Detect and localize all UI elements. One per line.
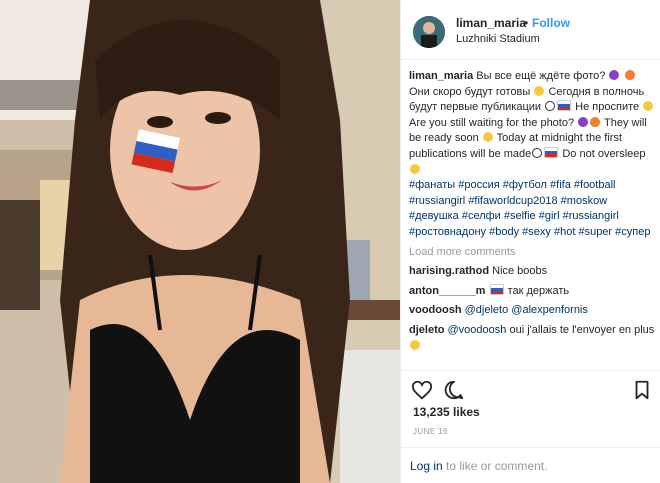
hashtag-link[interactable]: #selfie	[504, 210, 536, 222]
russia-flag-emoji-icon	[544, 146, 559, 158]
hashtag-link[interactable]: #hot	[554, 226, 575, 238]
hashtag-link[interactable]: #футбол	[503, 179, 547, 191]
list-item: anton______m так держать	[409, 283, 655, 300]
load-more-comments-button[interactable]: Load more comments	[409, 245, 655, 261]
post-photo	[0, 0, 400, 483]
caption-text: Они скоро будут готовы	[409, 85, 531, 98]
hashtag-link[interactable]: #девушка	[409, 210, 459, 222]
smile-emoji-icon	[482, 132, 493, 143]
hashtags: #фанаты #россия #футбол #fifa #football …	[409, 178, 655, 240]
comment-username[interactable]: anton______m	[409, 285, 485, 297]
hashtag-link[interactable]: #russiangirl	[563, 210, 619, 222]
comment-username[interactable]: voodoosh	[409, 304, 462, 316]
header-username[interactable]: liman_maria	[456, 16, 526, 30]
caption-text: Are you still waiting for the photo?	[409, 116, 575, 129]
hashtag-link[interactable]: #супер	[615, 226, 650, 238]
hashtag-link[interactable]: #body	[489, 226, 519, 238]
list-item: voodoosh @djeleto @alexpenfornis	[409, 303, 655, 319]
selfie-illustration	[0, 0, 400, 483]
login-prompt-text: to like or comment.	[446, 459, 548, 473]
hashtag-link[interactable]: #moskow	[561, 195, 607, 207]
comment-username[interactable]: harising.rathod	[409, 265, 489, 277]
post-date: JUNE 16	[413, 427, 448, 436]
caption-text: Вы все ещё ждёте фото?	[476, 70, 606, 82]
hashtag-link[interactable]: #ростовнадону	[409, 226, 486, 238]
comment-text: Nice boobs	[492, 265, 548, 278]
fire-emoji-icon	[590, 116, 601, 127]
comments-section: liman_maria Вы все ещё ждёте фото? Они с…	[409, 69, 655, 354]
caption-text: Do not oversleep	[562, 147, 646, 160]
separator-dot: •	[524, 16, 529, 30]
hashtag-link[interactable]: #football	[574, 179, 616, 191]
hashtag-link[interactable]: #girl	[539, 210, 560, 222]
hashtag-link[interactable]: #селфи	[462, 210, 501, 222]
hashtag-link[interactable]: #sexy	[522, 226, 551, 238]
comment-text: oui j'allais te l'envoyer en plus	[509, 323, 655, 336]
post-sidebar: liman_maria • Follow Luzhniki Stadium li…	[400, 0, 660, 483]
smile-emoji-icon	[410, 163, 420, 174]
smile-emoji-icon	[643, 101, 654, 112]
login-footer: Log in to like or comment.	[401, 447, 660, 483]
fire-emoji-icon	[624, 70, 635, 80]
post-header: liman_maria • Follow Luzhniki Stadium	[401, 0, 660, 60]
hashtag-link[interactable]: #fifa	[550, 179, 571, 191]
comment-username[interactable]: djeleto	[409, 324, 444, 336]
likes-count[interactable]: 13,235 likes	[413, 405, 480, 419]
soccer-ball-emoji-icon	[545, 101, 556, 112]
mention-link[interactable]: @alexpenfornis	[511, 304, 588, 316]
hashtag-link[interactable]: #фанаты	[409, 179, 455, 191]
login-prompt: Log in to like or comment.	[410, 459, 547, 473]
hashtag-link[interactable]: #super	[578, 226, 612, 238]
instagram-post: liman_maria • Follow Luzhniki Stadium li…	[0, 0, 660, 483]
list-item: harising.rathod Nice boobs	[409, 264, 655, 280]
list-item: djeleto @voodoosh oui j'allais te l'envo…	[409, 323, 655, 354]
comment-bubble-icon[interactable]	[443, 379, 465, 401]
login-link[interactable]: Log in	[410, 459, 443, 473]
caption: liman_maria Вы все ещё ждёте фото? Они с…	[409, 69, 655, 241]
comment-text: так держать	[507, 284, 570, 297]
bookmark-icon[interactable]	[631, 379, 653, 401]
follow-button[interactable]: Follow	[532, 16, 570, 30]
action-bar	[401, 370, 660, 406]
smiling-devil-emoji-icon	[578, 116, 589, 127]
avatar[interactable]	[413, 16, 445, 48]
smile-emoji-icon	[410, 339, 420, 350]
soccer-ball-emoji-icon	[532, 147, 543, 158]
hashtag-link[interactable]: #fifaworldcup2018	[468, 195, 557, 207]
smile-emoji-icon	[534, 85, 545, 96]
russia-flag-emoji-icon	[557, 100, 572, 112]
caption-username[interactable]: liman_maria	[409, 70, 473, 82]
mention-link[interactable]: @voodoosh	[448, 324, 507, 336]
smiling-devil-emoji-icon	[609, 70, 620, 80]
heart-icon[interactable]	[411, 379, 433, 401]
hashtag-link[interactable]: #russiangirl	[409, 195, 465, 207]
caption-text: Не проспите	[575, 101, 640, 114]
russia-flag-emoji-icon	[489, 283, 504, 295]
mention-link[interactable]: @djeleto	[465, 304, 509, 316]
hashtag-link[interactable]: #россия	[458, 179, 499, 191]
location-link[interactable]: Luzhniki Stadium	[456, 33, 540, 45]
